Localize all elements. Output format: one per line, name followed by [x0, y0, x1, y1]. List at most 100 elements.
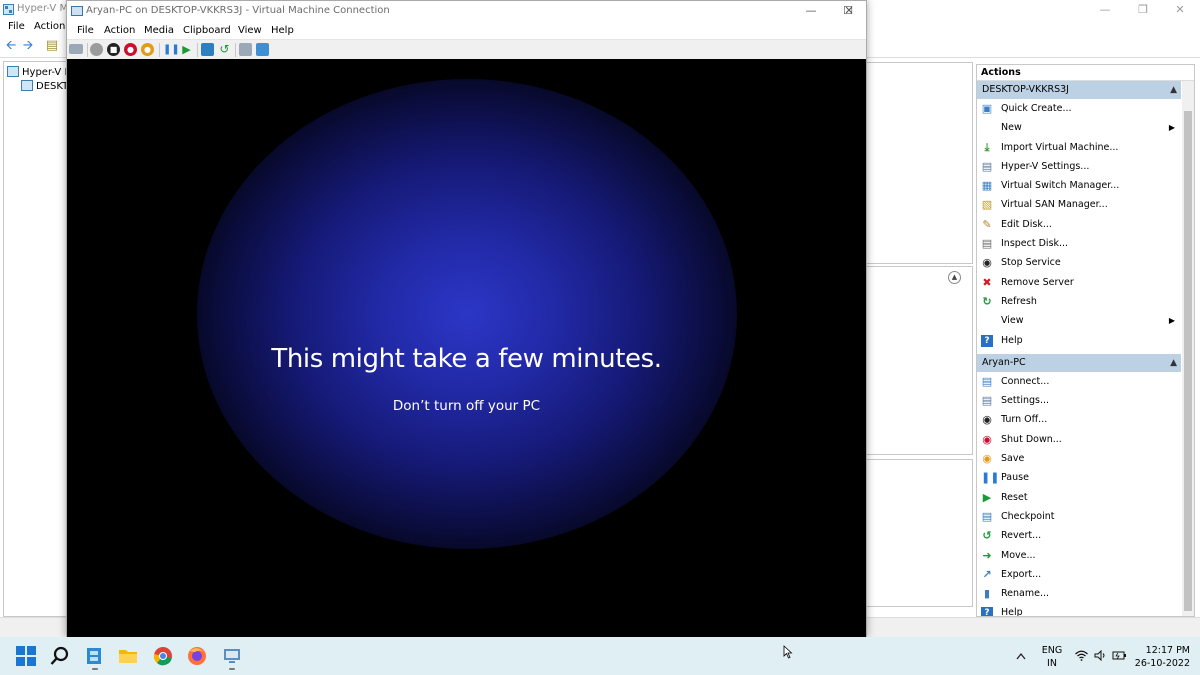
action-item[interactable]: ? Help [977, 331, 1181, 350]
tree-node-hyperv-manager[interactable]: Hyper-V M [7, 66, 73, 79]
action-item[interactable]: ❚❚ Pause [977, 468, 1181, 487]
ctrl-alt-del-icon[interactable] [69, 44, 83, 54]
action-item[interactable]: ↗ Export... [977, 565, 1181, 584]
search-icon[interactable] [50, 646, 70, 666]
action-item[interactable]: ↺ Revert... [977, 526, 1181, 545]
actions-pane: Actions DESKTOP-VKKRS3J ▲ ▣ Quick Create.… [976, 64, 1195, 617]
save-state-icon[interactable]: ● [141, 43, 154, 56]
action-item[interactable]: View ▶ [977, 311, 1181, 330]
system-clock[interactable]: 12:17 PM 26-10-2022 [1128, 644, 1190, 670]
action-label: Hyper-V Settings... [1001, 160, 1090, 172]
connect-icon: ▤ [981, 374, 993, 388]
wifi-icon[interactable] [1075, 650, 1088, 661]
action-item[interactable]: ▤ Inspect Disk... [977, 234, 1181, 253]
clock-date: 26-10-2022 [1134, 658, 1190, 669]
windows-start-icon[interactable] [16, 646, 36, 666]
file-explorer-icon[interactable] [118, 646, 138, 666]
vm-update-submessage: Don’t turn off your PC [392, 398, 541, 414]
back-arrow-icon[interactable]: 🡨 [4, 39, 18, 53]
start-icon[interactable] [90, 43, 103, 56]
hyperv-node-icon [7, 66, 19, 77]
action-item[interactable]: ▶ Reset [977, 488, 1181, 507]
action-item[interactable]: ▮ Rename... [977, 584, 1181, 603]
actions-host-section-header[interactable]: DESKTOP-VKKRS3J ▲ [977, 81, 1181, 99]
volume-icon[interactable] [1094, 650, 1107, 661]
vm-menu-action[interactable]: Action [104, 25, 135, 36]
actions-scrollbar-thumb[interactable] [1184, 111, 1192, 611]
shutdown-icon[interactable]: ● [124, 43, 137, 56]
server-node-icon [21, 80, 33, 91]
vm-close-button[interactable]: ✕ [831, 1, 867, 20]
hyperv-restore-button[interactable]: ❐ [1125, 0, 1161, 19]
vm-actions-list: ▤ Connect... ▤ Settings... ◉ Turn Off... ◉ Shut… [977, 372, 1194, 617]
hyperv-manager-taskbar-icon[interactable] [85, 646, 105, 666]
vm-menu-clipboard[interactable]: Clipboard [183, 25, 231, 36]
action-label: Inspect Disk... [1001, 238, 1069, 250]
action-item[interactable]: ▦ Virtual Switch Manager... [977, 176, 1181, 195]
running-indicator [92, 668, 98, 670]
action-item[interactable]: ▧ Virtual SAN Manager... [977, 195, 1181, 214]
reset-icon[interactable]: ▶ [180, 43, 193, 56]
language-indicator[interactable]: ENG IN [1040, 644, 1064, 670]
center-pane: ▲ [866, 61, 973, 617]
turn-off-icon[interactable]: ■ [107, 43, 120, 56]
settings-page-icon: ▤ [981, 159, 993, 173]
shutdown-icon: ◉ [982, 432, 992, 446]
taskbar: ENG IN 12:17 PM 26-10-2022 [0, 637, 1200, 675]
chevron-up-icon[interactable] [1016, 652, 1026, 660]
hyperv-app-icon [3, 4, 14, 15]
chrome-icon[interactable] [153, 646, 173, 666]
firefox-icon[interactable] [187, 646, 207, 666]
action-item[interactable]: ✎ Edit Disk... [977, 215, 1181, 234]
hyperv-menu-file[interactable]: File [8, 21, 25, 32]
enhanced-session-icon[interactable] [239, 43, 252, 56]
revert-icon[interactable]: ↺ [218, 43, 231, 56]
action-label: Quick Create... [1001, 103, 1072, 114]
vm-menu-file[interactable]: File [77, 25, 94, 36]
action-item[interactable]: ▤ Settings... [977, 391, 1181, 410]
checkpoint-icon[interactable] [201, 43, 214, 56]
action-item[interactable]: ▤ Connect... [977, 372, 1181, 391]
action-item[interactable]: ◉ Shut Down... [977, 430, 1181, 449]
action-item[interactable]: ◉ Stop Service [977, 253, 1181, 272]
hyperv-minimize-button[interactable]: — [1087, 0, 1123, 19]
action-label: Pause [1001, 472, 1029, 484]
action-label: Help [1001, 607, 1023, 617]
action-item[interactable]: ▤ Hyper-V Settings... [977, 157, 1181, 176]
pause-icon: ❚❚ [981, 471, 1000, 485]
vm-connect-taskbar-icon[interactable] [222, 646, 242, 666]
vm-minimize-button[interactable]: — [793, 1, 829, 20]
share-icon[interactable] [256, 43, 269, 56]
collapse-triangle-icon[interactable]: ▲ [1170, 354, 1177, 372]
hyperv-menu-action[interactable]: Action [34, 21, 65, 32]
action-item[interactable]: ▤ Checkpoint [977, 507, 1181, 526]
action-item[interactable]: ? Help [977, 603, 1181, 617]
pause-icon[interactable]: ❚❚ [163, 43, 180, 56]
clock-time: 12:17 PM [1145, 645, 1190, 656]
hyperv-close-button[interactable]: ✕ [1162, 0, 1198, 19]
actions-scrollbar[interactable] [1182, 81, 1194, 616]
action-item[interactable]: ↻ Refresh [977, 292, 1181, 311]
vm-menu-view[interactable]: View [238, 25, 262, 36]
checkpoints-panel: ▲ [866, 266, 973, 455]
forward-arrow-icon[interactable]: 🡪 [21, 39, 35, 53]
vm-menu-media[interactable]: Media [144, 25, 174, 36]
actions-vm-section-header[interactable]: Aryan-PC ▲ [977, 353, 1181, 372]
navigation-tree: Hyper-V M DESKTO [3, 61, 76, 617]
action-item[interactable]: ⤓ Import Virtual Machine... [977, 138, 1181, 157]
collapse-triangle-icon[interactable]: ▲ [1170, 81, 1177, 99]
action-item[interactable]: ➜ Move... [977, 546, 1181, 565]
action-item[interactable]: ✖ Remove Server [977, 273, 1181, 292]
vm-menu-help[interactable]: Help [271, 25, 294, 36]
battery-icon[interactable] [1112, 650, 1127, 661]
folder-up-icon[interactable]: ▤ [45, 39, 59, 53]
vm-toolbar: ■ ● ● ❚❚ ▶ ↺ [67, 39, 866, 59]
collapse-up-icon[interactable]: ▲ [948, 271, 961, 284]
vm-display[interactable]: This might take a few minutes. Don’t tur… [67, 59, 866, 637]
action-item[interactable]: ▣ Quick Create... [977, 99, 1181, 118]
action-item[interactable]: ◉ Save [977, 449, 1181, 468]
action-label: Checkpoint [1001, 510, 1055, 522]
action-label: Virtual SAN Manager... [1001, 199, 1108, 211]
action-item[interactable]: ◉ Turn Off... [977, 410, 1181, 429]
action-item[interactable]: New ▶ [977, 118, 1181, 137]
